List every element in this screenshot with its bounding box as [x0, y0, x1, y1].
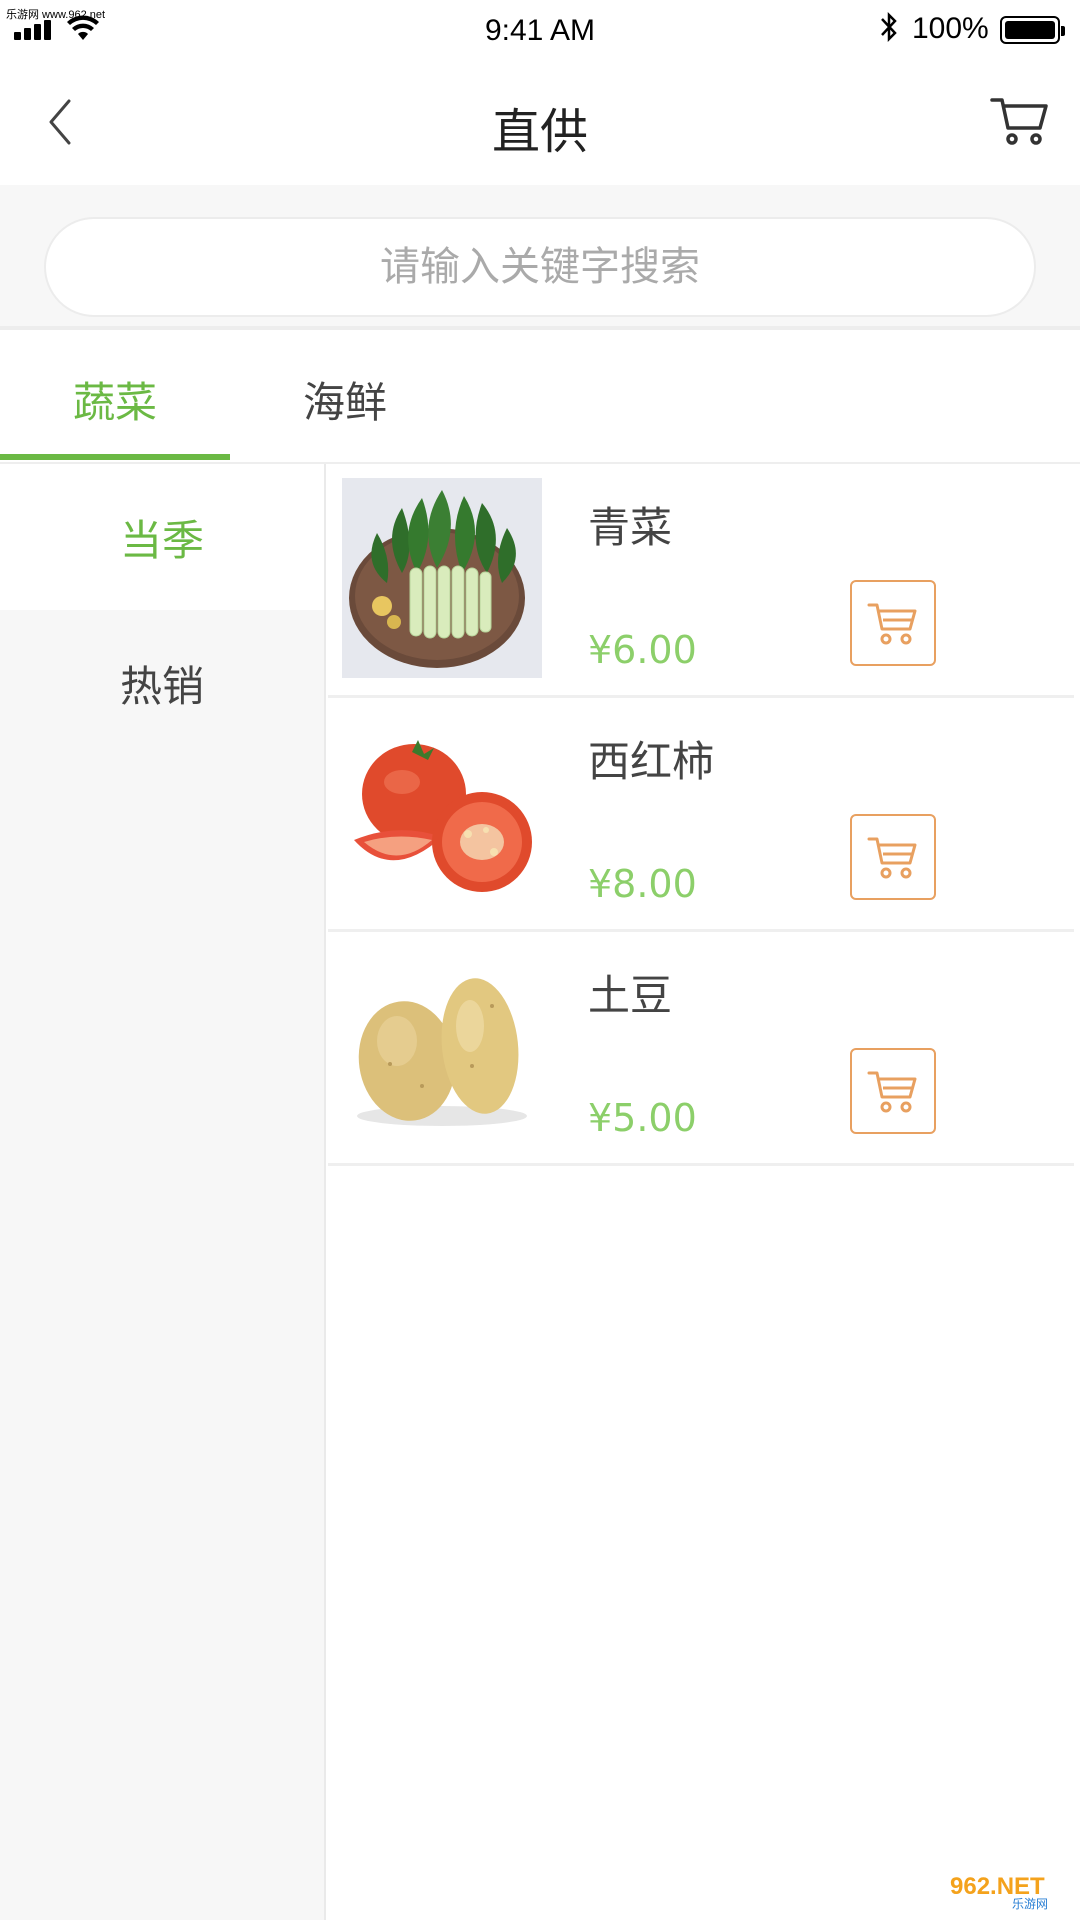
- battery-icon: [1000, 16, 1065, 44]
- product-name: 青菜: [588, 503, 673, 552]
- product-name: 西红柿: [588, 737, 715, 786]
- watermark-logo: 962.NET 乐游网: [942, 1868, 1070, 1912]
- product-price: ¥5.00: [588, 1096, 697, 1140]
- cart-icon: [867, 1071, 917, 1113]
- cart-icon: [867, 603, 917, 645]
- list-item[interactable]: 青菜 ¥6.00: [328, 464, 1074, 698]
- search-box[interactable]: [44, 217, 1036, 317]
- sidebar: 当季 热销: [0, 464, 326, 1920]
- svg-text:962.NET: 962.NET: [950, 1873, 1045, 1900]
- tab-seafood[interactable]: 海鲜: [230, 334, 460, 464]
- product-image-potato: [342, 946, 542, 1146]
- sidebar-item-hot-sale[interactable]: 热销: [0, 610, 324, 756]
- add-to-cart-button[interactable]: [850, 1048, 936, 1134]
- product-price: ¥6.00: [588, 628, 697, 672]
- svg-text:乐游网: 乐游网: [1012, 1897, 1048, 1911]
- add-to-cart-button[interactable]: [850, 814, 936, 900]
- cart-icon: [867, 837, 917, 879]
- battery-percentage: 100%: [912, 12, 989, 45]
- nav-bar: 直供: [0, 60, 1080, 185]
- cart-button[interactable]: [980, 86, 1060, 156]
- list-item[interactable]: 西红柿 ¥8.00: [328, 698, 1074, 932]
- search-area: [0, 185, 1080, 330]
- active-tab-indicator: [0, 454, 230, 460]
- list-item[interactable]: 土豆 ¥5.00: [328, 932, 1074, 1166]
- sidebar-item-seasonal[interactable]: 当季: [0, 464, 324, 610]
- tab-vegetables[interactable]: 蔬菜: [0, 334, 230, 464]
- bluetooth-icon: [878, 10, 900, 52]
- product-price: ¥8.00: [588, 862, 697, 906]
- status-bar: 乐游网 www.962.net 9:41 AM 100%: [0, 0, 1080, 60]
- page-title: 直供: [491, 104, 588, 160]
- product-image-tomato: [342, 712, 542, 912]
- category-tabs: 蔬菜 海鲜: [0, 334, 1080, 464]
- product-image-bok-choy: [342, 478, 542, 678]
- cart-icon: [990, 98, 1048, 145]
- product-list: 青菜 ¥6.00 西红柿 ¥8.00 土豆 ¥5.00: [328, 464, 1074, 1166]
- search-input[interactable]: [95, 244, 985, 290]
- product-name: 土豆: [588, 971, 673, 1020]
- add-to-cart-button[interactable]: [850, 580, 936, 666]
